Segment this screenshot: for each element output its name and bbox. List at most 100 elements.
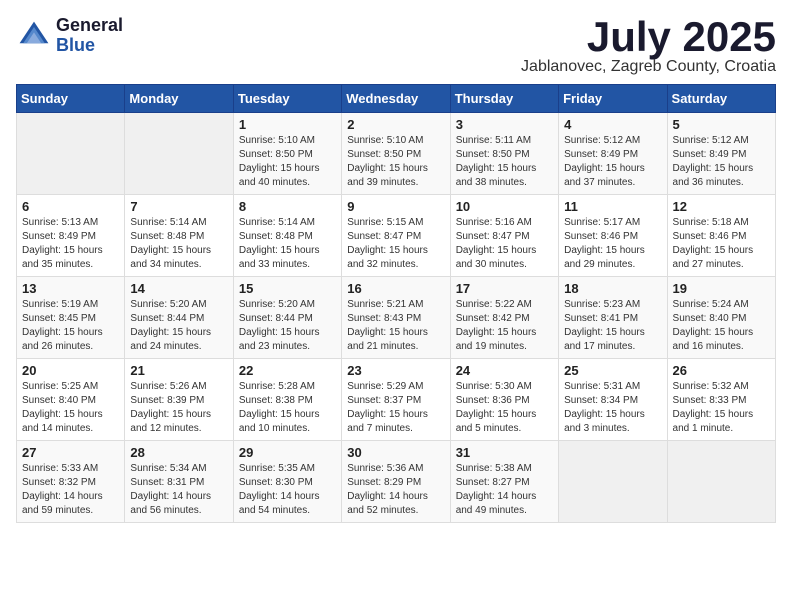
sunrise: Sunrise: 5:10 AM [239,135,315,146]
day-info: Sunrise: 5:18 AMSunset: 8:46 PMDaylight:… [673,216,770,272]
sunset: Sunset: 8:38 PM [239,395,313,406]
day-info: Sunrise: 5:30 AMSunset: 8:36 PMDaylight:… [456,380,553,436]
day-info: Sunrise: 5:10 AMSunset: 8:50 PMDaylight:… [239,134,336,190]
daylight: Daylight: 15 hours and 24 minutes. [130,327,211,352]
calendar-cell [17,113,125,195]
sunrise: Sunrise: 5:13 AM [22,217,98,228]
sunrise: Sunrise: 5:18 AM [673,217,749,228]
calendar-cell: 12Sunrise: 5:18 AMSunset: 8:46 PMDayligh… [667,195,775,277]
day-number: 28 [130,445,227,460]
sunset: Sunset: 8:48 PM [130,231,204,242]
sunrise: Sunrise: 5:15 AM [347,217,423,228]
sunset: Sunset: 8:41 PM [564,313,638,324]
day-number: 23 [347,363,444,378]
title-block: July 2025 Jablanovec, Zagreb County, Cro… [521,16,776,76]
day-info: Sunrise: 5:14 AM Sunset: 8:48 PM Daylight:… [130,216,227,272]
day-number: 26 [673,363,770,378]
sunrise: Sunrise: 5:32 AM [673,381,749,392]
daylight: Daylight: 14 hours and 52 minutes. [347,491,428,516]
day-info: Sunrise: 5:14 AMSunset: 8:48 PMDaylight:… [239,216,336,272]
sunset: Sunset: 8:39 PM [130,395,204,406]
logo-blue: Blue [56,36,123,56]
sunset: Sunset: 8:27 PM [456,477,530,488]
sunrise: Sunrise: 5:17 AM [564,217,640,228]
logo-general: General [56,16,123,36]
sunset: Sunset: 8:44 PM [239,313,313,324]
sunset: Sunset: 8:49 PM [564,149,638,160]
calendar-week-2: 6Sunrise: 5:13 AMSunset: 8:49 PMDaylight… [17,195,776,277]
calendar-cell: 5Sunrise: 5:12 AMSunset: 8:49 PMDaylight… [667,113,775,195]
calendar-cell: 24Sunrise: 5:30 AMSunset: 8:36 PMDayligh… [450,359,558,441]
daylight: Daylight: 15 hours and 39 minutes. [347,163,428,188]
day-number: 4 [564,117,661,132]
calendar-cell: 20Sunrise: 5:25 AMSunset: 8:40 PMDayligh… [17,359,125,441]
day-number: 10 [456,199,553,214]
calendar-cell: 9Sunrise: 5:15 AMSunset: 8:47 PMDaylight… [342,195,450,277]
day-number: 21 [130,363,227,378]
calendar-cell: 23Sunrise: 5:29 AMSunset: 8:37 PMDayligh… [342,359,450,441]
calendar-cell: 7Sunrise: 5:14 AMSunset: 8:48 PMDaylight… [125,195,233,277]
day-number: 25 [564,363,661,378]
daylight: Daylight: 15 hours and 34 minutes. [130,245,211,270]
calendar-cell: 30Sunrise: 5:36 AMSunset: 8:29 PMDayligh… [342,441,450,523]
sunrise: Sunrise: 5:19 AM [22,299,98,310]
sunrise: Sunrise: 5:20 AM [130,299,206,310]
day-info: Sunrise: 5:36 AMSunset: 8:29 PMDaylight:… [347,462,444,518]
day-number: 19 [673,281,770,296]
day-number: 5 [673,117,770,132]
sunrise: Sunrise: 5:24 AM [673,299,749,310]
daylight: Daylight: 15 hours and 19 minutes. [456,327,537,352]
sunrise: Sunrise: 5:20 AM [239,299,315,310]
daylight: Daylight: 15 hours and 37 minutes. [564,163,645,188]
sunrise: Sunrise: 5:11 AM [456,135,531,146]
calendar-cell: 19 Sunrise: 5:24 AMSunset: 8:40 PMDayligh… [667,277,775,359]
daylight: Daylight: 15 hours and 29 minutes. [564,245,645,270]
day-info: Sunrise: 5:35 AMSunset: 8:30 PMDaylight:… [239,462,336,518]
logo: General Blue [16,16,123,56]
daylight: Daylight: 15 hours and 40 minutes. [239,163,320,188]
calendar-cell: 11Sunrise: 5:17 AMSunset: 8:46 PMDayligh… [559,195,667,277]
day-number: 18 [564,281,661,296]
calendar-cell: 28Sunrise: 5:34 AMSunset: 8:31 PMDayligh… [125,441,233,523]
day-info: Sunrise: 5:24 AMSunset: 8:40 PMDaylight:… [673,298,770,354]
daylight: Daylight: 15 hours and 16 minutes. [673,327,754,352]
calendar-body: 1Sunrise: 5:10 AMSunset: 8:50 PMDaylight… [17,113,776,523]
calendar-week-5: 27Sunrise: 5:33 AMSunset: 8:32 PMDayligh… [17,441,776,523]
sunrise: Sunrise: 5:22 AM [456,299,532,310]
sunrise: Sunrise: 5:31 AM [564,381,640,392]
sunset: Sunset: 8:47 PM [347,231,421,242]
sunset: Sunset: 8:31 PM [130,477,204,488]
calendar-cell: 14Sunrise: 5:20 AMSunset: 8:44 PMDayligh… [125,277,233,359]
daylight: Daylight: 15 hours and 10 minutes. [239,409,320,434]
daylight: Daylight: 15 hours and 3 minutes. [564,409,645,434]
day-number: 12 [673,199,770,214]
calendar-cell: 26Sunrise: 5:32 AMSunset: 8:33 PMDayligh… [667,359,775,441]
sunset: Sunset: 8:49 PM [673,149,747,160]
header-day-friday: Friday [559,85,667,113]
sunrise: Sunrise: 5:23 AM [564,299,640,310]
sunrise: Sunrise: 5:21 AM [347,299,423,310]
daylight: Daylight: 14 hours and 59 minutes. [22,491,103,516]
sunrise: Sunrise: 5:30 AM [456,381,532,392]
day-info: Sunrise: 5:28 AMSunset: 8:38 PMDaylight:… [239,380,336,436]
sunset: Sunset: 8:50 PM [456,149,530,160]
sunset: Sunset: 8:48 PM [239,231,313,242]
calendar-cell: 31Sunrise: 5:38 AMSunset: 8:27 PMDayligh… [450,441,558,523]
sunrise: Sunrise: 5:26 AM [130,381,206,392]
calendar-cell: 25Sunrise: 5:31 AMSunset: 8:34 PMDayligh… [559,359,667,441]
sunrise: Sunrise: 5:14 AM [130,217,206,228]
calendar-header: SundayMondayTuesdayWednesdayThursdayFrid… [17,85,776,113]
sunset: Sunset: 8:44 PM [130,313,204,324]
sunset: Sunset: 8:32 PM [22,477,96,488]
calendar-cell: 4Sunrise: 5:12 AMSunset: 8:49 PMDaylight… [559,113,667,195]
header-day-wednesday: Wednesday [342,85,450,113]
calendar-cell [559,441,667,523]
header-row: SundayMondayTuesdayWednesdayThursdayFrid… [17,85,776,113]
daylight: Daylight: 15 hours and 33 minutes. [239,245,320,270]
sunrise: Sunrise: 5:33 AM [22,463,98,474]
sunset: Sunset: 8:43 PM [347,313,421,324]
sunset: Sunset: 8:46 PM [673,231,747,242]
daylight: Daylight: 14 hours and 56 minutes. [130,491,211,516]
day-number: 16 [347,281,444,296]
header-day-thursday: Thursday [450,85,558,113]
